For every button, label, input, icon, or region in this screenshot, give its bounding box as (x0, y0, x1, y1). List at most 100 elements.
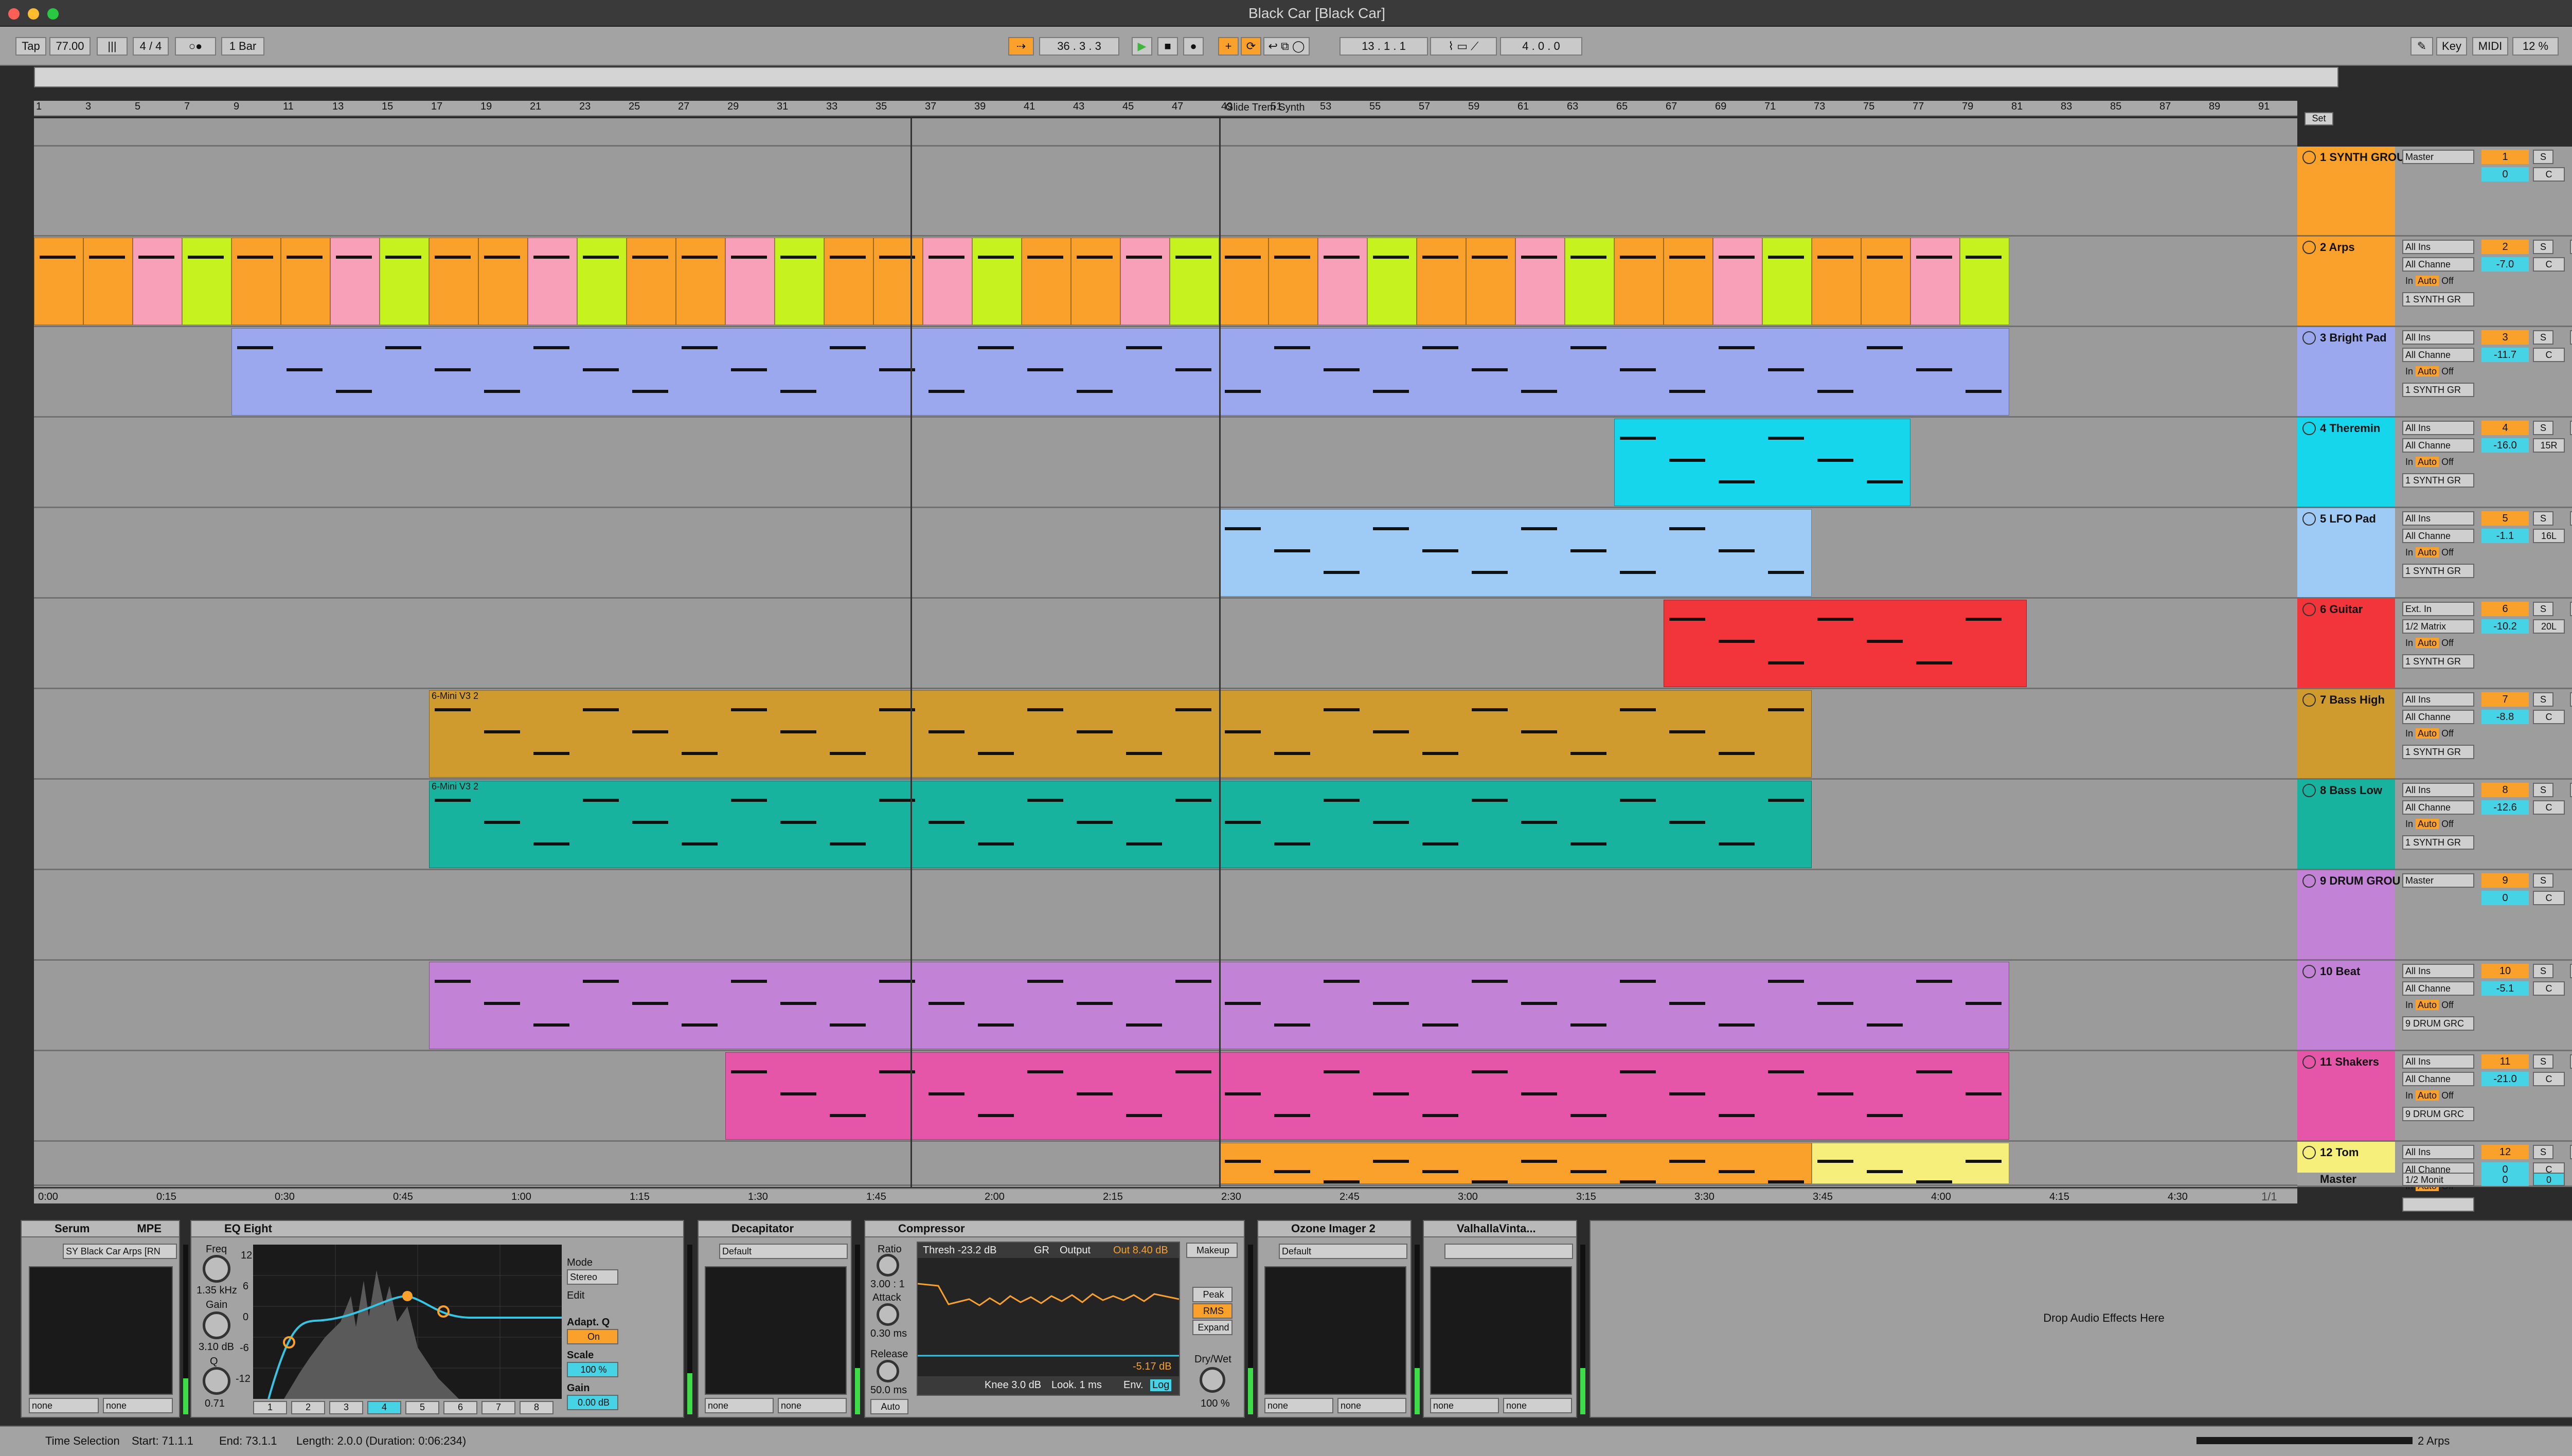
loop-length-field[interactable]: 4 . 0 . 0 (1500, 37, 1582, 56)
track-activator[interactable]: 1 (2481, 150, 2529, 164)
plugin-display[interactable] (1264, 1266, 1406, 1395)
track-header[interactable]: 11 Shakers All Ins 11 S -21.0 C ● All Channe In … (2297, 1051, 2572, 1142)
horizontal-scrollbar[interactable] (2196, 1437, 2413, 1444)
midi-map-button[interactable]: MIDI (2472, 37, 2508, 56)
solo-button[interactable]: S (2533, 783, 2553, 797)
arp-clip[interactable] (330, 238, 380, 325)
volume-field[interactable]: -1.1 (2481, 529, 2529, 543)
pan-field[interactable]: C (2533, 167, 2565, 182)
track-name[interactable]: 3 Bright Pad (2320, 331, 2387, 345)
solo-button[interactable]: S (2533, 240, 2553, 254)
arm-icon[interactable]: ● (2570, 240, 2572, 254)
monitor-buttons[interactable]: In Auto Off (2405, 275, 2454, 288)
track-activator[interactable]: 6 (2481, 602, 2529, 616)
arp-clip[interactable] (1318, 238, 1367, 325)
eq-band-3-toggle[interactable]: 3 (329, 1401, 363, 1414)
track-header[interactable]: 3 Bright Pad All Ins 3S -11.7 C ● All Channe In… (2297, 327, 2572, 418)
eq-eight-device[interactable]: EQ Eight Freq 1.35 kHz Gain 3.10 dB Q 0.… (190, 1220, 684, 1418)
fold-icon[interactable] (2302, 784, 2316, 797)
track-activator[interactable]: 9 (2481, 873, 2529, 888)
follow-icon[interactable]: ⇢ (1008, 37, 1034, 56)
volume-field[interactable]: 0 (2481, 167, 2529, 182)
track-activator[interactable]: 10 (2481, 964, 2529, 978)
bright-pad-clip[interactable] (231, 328, 2009, 416)
solo-button[interactable]: S (2533, 602, 2553, 616)
input-channel-select[interactable]: 1/2 Matrix (2402, 619, 2474, 634)
arp-clip[interactable] (34, 238, 83, 325)
input-channel-select[interactable]: All Channe (2402, 529, 2474, 543)
eq-band-8-toggle[interactable]: 8 (520, 1401, 553, 1414)
arp-clip[interactable] (775, 238, 824, 325)
track-activator[interactable]: 7 (2481, 692, 2529, 707)
track-name[interactable]: 4 Theremin (2320, 422, 2380, 435)
arp-clip[interactable] (231, 238, 281, 325)
input-type-select[interactable]: All Ins (2402, 1054, 2474, 1069)
fold-icon[interactable] (2302, 512, 2316, 526)
set-locator-button[interactable]: Set (2305, 112, 2333, 125)
track-lane[interactable] (34, 418, 2297, 508)
arrangement-view[interactable]: 6-Mini V3 2 6-Mini V3 2 (34, 118, 2297, 1187)
output-select[interactable]: 9 DRUM GRC (2402, 1016, 2474, 1031)
input-type-select[interactable]: Master (2402, 150, 2474, 164)
track-name[interactable]: 1 SYNTH GROU (2320, 151, 2405, 164)
master-pan[interactable]: 0 (2533, 1173, 2565, 1186)
serum-preset[interactable]: SY Black Car Arps [RN (63, 1244, 177, 1259)
theremin-clip[interactable] (1614, 419, 1910, 506)
arp-clip[interactable] (1219, 238, 1269, 325)
ozone-imager-device[interactable]: Ozone Imager 2 Default none none (1257, 1220, 1412, 1418)
arp-clip[interactable] (577, 238, 627, 325)
arp-clip[interactable] (1910, 238, 1960, 325)
fold-icon[interactable] (2302, 331, 2316, 345)
track-activator[interactable]: 12 (2481, 1145, 2529, 1159)
arp-clip[interactable] (1466, 238, 1515, 325)
track-header[interactable]: 2 Arps All Ins 2S -7.0 C ● All Channe In Auto O… (2297, 237, 2572, 327)
gain-knob[interactable] (203, 1311, 230, 1339)
output-select[interactable]: 1 SYNTH GR (2402, 383, 2474, 397)
arp-clip[interactable] (133, 238, 182, 325)
output-select[interactable]: 1 SYNTH GR (2402, 292, 2474, 307)
input-type-select[interactable]: All Ins (2402, 692, 2474, 707)
arp-clip[interactable] (429, 238, 478, 325)
scale-field[interactable]: 100 % (567, 1362, 618, 1377)
volume-field[interactable]: -7.0 (2481, 257, 2529, 272)
compressor-display[interactable]: Thresh -23.2 dB GR Output Out 8.40 dB -5… (917, 1242, 1180, 1396)
arm-icon[interactable]: ● (2570, 692, 2572, 707)
arp-clip[interactable] (1565, 238, 1614, 325)
monitor-buttons[interactable]: In Auto Off (2405, 456, 2454, 469)
output-select[interactable]: 1 SYNTH GR (2402, 745, 2474, 759)
arp-clip[interactable] (1269, 238, 1318, 325)
output-select[interactable]: 1 SYNTH GR (2402, 835, 2474, 850)
q-knob[interactable] (203, 1367, 230, 1395)
fold-icon[interactable] (2302, 241, 2316, 254)
pan-field[interactable]: C (2533, 981, 2565, 996)
track-lane[interactable] (34, 1142, 2297, 1186)
input-type-select[interactable]: All Ins (2402, 240, 2474, 254)
rms-button[interactable]: RMS (1192, 1303, 1233, 1319)
output-select[interactable]: 1 SYNTH GR (2402, 654, 2474, 669)
volume-field[interactable]: -12.6 (2481, 800, 2529, 815)
track-header[interactable]: 10 Beat All Ins 10 S -5.1 C ● All Channe In Auto… (2297, 961, 2572, 1051)
ozone-sel-1[interactable]: none (1264, 1398, 1333, 1413)
volume-field[interactable]: -16.0 (2481, 438, 2529, 453)
input-type-select[interactable]: Master (2402, 873, 2474, 888)
arp-clip[interactable] (1664, 238, 1713, 325)
track-header[interactable]: 8 Bass Low All Ins 8S -12.6 C ● All Channe In A… (2297, 780, 2572, 870)
track-name[interactable]: 7 Bass High (2320, 693, 2385, 707)
volume-field[interactable]: -10.2 (2481, 619, 2529, 634)
pan-field[interactable]: C (2533, 1072, 2565, 1086)
track-name[interactable]: 10 Beat (2320, 965, 2360, 978)
bass-high-clip[interactable]: 6-Mini V3 2 (429, 690, 1812, 778)
eq-graph[interactable] (253, 1245, 562, 1399)
peak-button[interactable]: Peak (1192, 1287, 1233, 1302)
arm-icon[interactable]: ● (2570, 964, 2572, 978)
device-drop-area[interactable]: Drop Audio Effects Here (1589, 1220, 2572, 1418)
input-channel-select[interactable]: All Channe (2402, 1072, 2474, 1086)
arm-icon[interactable]: ● (2570, 1054, 2572, 1069)
monitor-buttons[interactable]: In Auto Off (2405, 999, 2454, 1012)
attack-knob[interactable] (877, 1303, 899, 1326)
solo-button[interactable]: S (2533, 964, 2553, 978)
output-select[interactable]: 1 SYNTH GR (2402, 564, 2474, 578)
volume-field[interactable]: 0 (2481, 891, 2529, 905)
tempo-field[interactable]: 77.00 (49, 37, 91, 56)
arp-clip[interactable] (627, 238, 676, 325)
